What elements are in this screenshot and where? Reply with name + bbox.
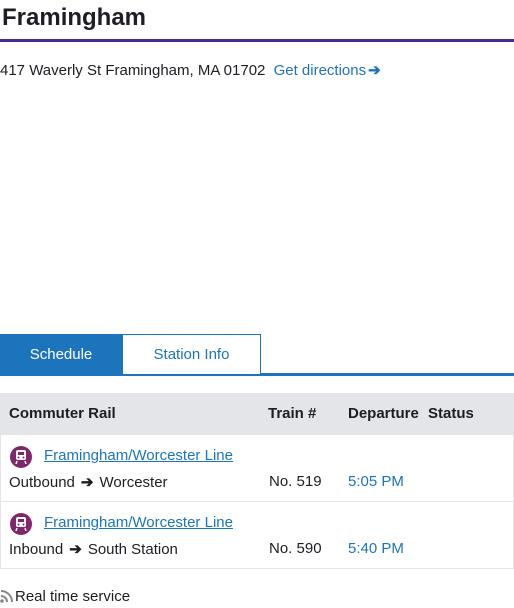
header-departure: Departure (348, 405, 419, 422)
get-directions-label: Get directions (273, 62, 367, 79)
trip-direction: Inbound ➔ South Station (9, 540, 178, 558)
arrow-right-icon: ➔ (368, 62, 381, 79)
table-row: Framingham/Worcester Line Outbound ➔ Worce… (1, 434, 513, 501)
tab-bar: Schedule Station Info (0, 334, 514, 376)
table-row: Framingham/Worcester Line Inbound ➔ South … (1, 501, 513, 568)
tab-schedule[interactable]: Schedule (0, 334, 122, 374)
page-title: Framingham (2, 4, 147, 31)
address-row: 417 Waverly St Framingham, MA 01702 Get … (0, 61, 381, 79)
destination-label: Worcester (99, 474, 168, 491)
realtime-icon (0, 590, 13, 603)
table-header: Commuter Rail Train # Departure Status (1, 394, 513, 434)
commuter-rail-icon (10, 513, 32, 535)
departure-time: 5:40 PM (348, 540, 404, 557)
arrow-right-icon: ➔ (69, 541, 82, 558)
station-map[interactable] (0, 92, 514, 327)
train-number: No. 519 (269, 473, 322, 490)
trip-direction: Outbound ➔ Worcester (9, 473, 168, 491)
schedule-table: Commuter Rail Train # Departure Status F… (0, 393, 514, 569)
page-header: Framingham (0, 0, 514, 42)
realtime-label: Real time service (15, 588, 131, 605)
destination-label: South Station (87, 541, 178, 558)
header-train-number: Train # (268, 405, 317, 422)
line-link[interactable]: Framingham/Worcester Line (44, 447, 233, 464)
commuter-rail-icon (10, 446, 32, 468)
direction-label: Outbound (9, 474, 75, 491)
tab-station-info[interactable]: Station Info (122, 334, 261, 374)
header-commuter-rail: Commuter Rail (9, 405, 116, 422)
header-status: Status (428, 405, 474, 422)
get-directions-link[interactable]: Get directions ➔ (274, 62, 381, 79)
arrow-right-icon: ➔ (80, 474, 94, 491)
station-address: 417 Waverly St Framingham, MA 01702 (0, 62, 266, 79)
line-link[interactable]: Framingham/Worcester Line (44, 514, 233, 531)
departure-time: 5:05 PM (348, 473, 404, 490)
direction-label: Inbound (9, 541, 64, 558)
realtime-legend: Real time service (0, 588, 130, 605)
train-number: No. 590 (269, 540, 322, 557)
